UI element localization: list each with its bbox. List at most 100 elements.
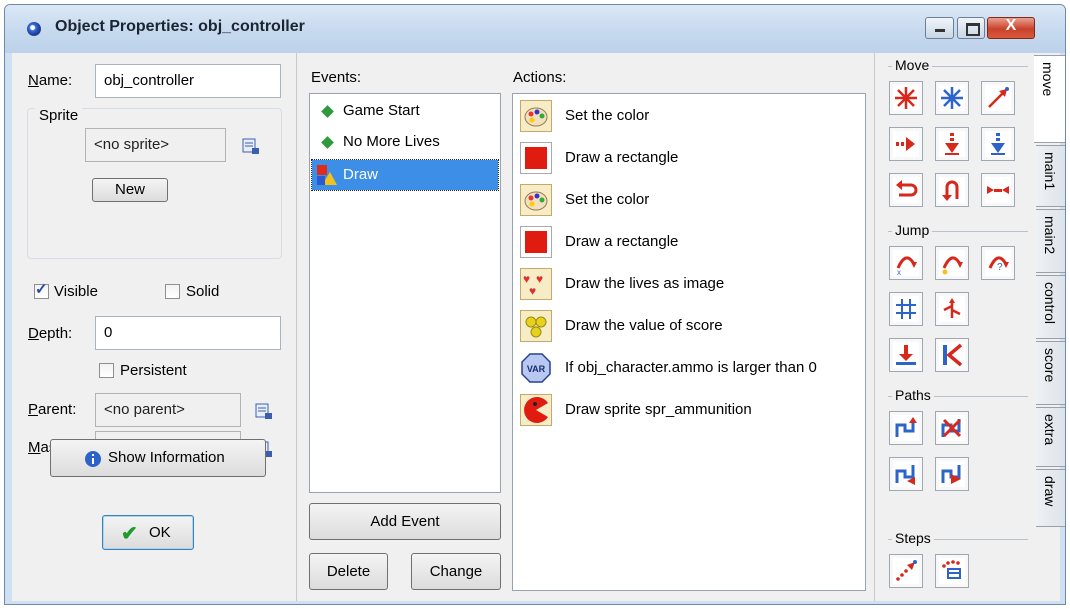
action-item[interactable]: Draw sprite spr_ammunition bbox=[517, 390, 917, 430]
maximize-icon bbox=[966, 23, 980, 36]
speed-vertical-button[interactable] bbox=[935, 127, 969, 161]
arrow-diagonal-icon bbox=[985, 85, 1011, 111]
starburst-red-icon bbox=[893, 85, 919, 111]
reverse-vertical-icon bbox=[939, 177, 965, 203]
action-item[interactable]: Set the color bbox=[517, 180, 917, 220]
action-item[interactable]: ♥ ♥ ♥ Draw the lives as image bbox=[517, 264, 917, 304]
close-icon: X bbox=[1005, 17, 1017, 34]
action-item[interactable]: Draw a rectangle bbox=[517, 222, 917, 262]
tab-label: main2 bbox=[1042, 216, 1058, 255]
actions-list[interactable]: Set the color Draw a rectangle Set the c… bbox=[512, 93, 866, 591]
action-item[interactable]: Draw the value of score bbox=[517, 306, 917, 346]
bounce-button[interactable] bbox=[935, 338, 969, 372]
solid-label: Solid bbox=[186, 283, 220, 300]
sprite-field[interactable]: <no sprite> bbox=[85, 128, 226, 162]
tab-extra[interactable]: extra bbox=[1036, 407, 1065, 467]
friction-icon bbox=[985, 177, 1011, 203]
speed-horizontal-button[interactable] bbox=[889, 127, 923, 161]
tab-control[interactable]: control bbox=[1036, 275, 1065, 339]
events-list[interactable]: Game Start No More Lives Draw bbox=[309, 93, 501, 493]
gravity-button[interactable] bbox=[981, 127, 1015, 161]
jump-section-label: Jump bbox=[892, 222, 933, 238]
vertical-speed-icon bbox=[939, 131, 965, 157]
title-bar[interactable]: Object Properties: obj_controller X bbox=[5, 5, 1065, 53]
minimize-icon bbox=[935, 29, 945, 32]
red-rectangle-icon bbox=[520, 226, 552, 258]
path-icon bbox=[893, 415, 919, 441]
browse-parent-icon[interactable] bbox=[255, 402, 273, 420]
jump-to-position-button[interactable]: x bbox=[889, 246, 923, 280]
action-label: If obj_character.ammo is larger than 0 bbox=[565, 359, 817, 376]
visible-label: Visible bbox=[54, 283, 98, 300]
svg-text:x: x bbox=[897, 268, 901, 276]
palette-icon bbox=[520, 100, 552, 132]
event-item-draw[interactable]: Draw bbox=[311, 159, 499, 191]
tab-label: draw bbox=[1042, 476, 1058, 507]
move-fixed-red-button[interactable] bbox=[889, 81, 923, 115]
ok-label: OK bbox=[149, 524, 171, 541]
path-position-button[interactable] bbox=[889, 457, 923, 491]
toolbox-tabs: move main1 main2 control score extra dra… bbox=[1034, 53, 1065, 601]
reverse-vertical-button[interactable] bbox=[935, 173, 969, 207]
change-event-button[interactable]: Change bbox=[411, 553, 501, 590]
add-event-button[interactable]: Add Event bbox=[309, 503, 501, 540]
jump-random-button[interactable]: ? bbox=[981, 246, 1015, 280]
wrap-icon bbox=[939, 296, 965, 322]
action-item[interactable]: Draw a rectangle bbox=[517, 138, 917, 178]
dialog-body: Name: obj_controller Sprite <no sprite> … bbox=[12, 53, 1065, 601]
friction-button[interactable] bbox=[981, 173, 1015, 207]
action-item[interactable]: VAR If obj_character.ammo is larger than… bbox=[517, 348, 917, 388]
step-avoiding-button[interactable] bbox=[935, 554, 969, 588]
tab-draw[interactable]: draw bbox=[1036, 469, 1065, 527]
end-path-icon bbox=[939, 415, 965, 441]
green-diamond-icon bbox=[321, 105, 334, 118]
close-button[interactable]: X bbox=[987, 17, 1035, 39]
browse-sprite-icon[interactable] bbox=[242, 137, 260, 155]
path-speed-button[interactable] bbox=[935, 457, 969, 491]
minimize-button[interactable] bbox=[925, 17, 954, 39]
show-information-button[interactable]: Show Information bbox=[50, 439, 266, 477]
tab-score[interactable]: score bbox=[1036, 341, 1065, 405]
right-divider bbox=[874, 53, 875, 601]
event-item-no-more-lives[interactable]: No More Lives bbox=[312, 127, 498, 157]
parent-field[interactable]: <no parent> bbox=[95, 393, 241, 427]
step-towards-button[interactable] bbox=[889, 554, 923, 588]
tab-label: move bbox=[1040, 62, 1056, 97]
action-label: Draw the lives as image bbox=[565, 275, 725, 292]
step-avoiding-icon bbox=[939, 558, 965, 584]
path-position-icon bbox=[893, 461, 919, 487]
tab-main1[interactable]: main1 bbox=[1036, 145, 1065, 207]
steps-section-label: Steps bbox=[892, 530, 934, 546]
tab-label: extra bbox=[1042, 414, 1058, 446]
var-icon: VAR bbox=[521, 353, 551, 383]
action-item[interactable]: Set the color bbox=[517, 96, 917, 136]
move-to-contact-button[interactable] bbox=[889, 338, 923, 372]
move-contact-icon bbox=[893, 342, 919, 368]
jump-to-start-button[interactable] bbox=[935, 246, 969, 280]
action-label: Draw a rectangle bbox=[565, 233, 679, 250]
action-label: Draw sprite spr_ammunition bbox=[565, 401, 752, 418]
name-field[interactable]: obj_controller bbox=[95, 64, 281, 98]
new-sprite-button[interactable]: New bbox=[92, 178, 168, 202]
set-path-button[interactable] bbox=[889, 411, 923, 445]
tab-move[interactable]: move bbox=[1034, 55, 1065, 143]
draw-event-icon bbox=[317, 165, 337, 185]
wrap-screen-button[interactable] bbox=[935, 292, 969, 326]
snap-to-grid-button[interactable] bbox=[889, 292, 923, 326]
maximize-button[interactable] bbox=[957, 17, 985, 39]
move-towards-button[interactable] bbox=[981, 81, 1015, 115]
show-information-label: Show Information bbox=[108, 449, 225, 466]
visible-checkbox[interactable] bbox=[34, 280, 49, 299]
depth-field[interactable]: 0 bbox=[95, 316, 281, 350]
delete-event-button[interactable]: Delete bbox=[309, 553, 388, 590]
tab-main2[interactable]: main2 bbox=[1036, 209, 1065, 273]
event-item-game-start[interactable]: Game Start bbox=[312, 96, 498, 126]
horizontal-speed-icon bbox=[893, 131, 919, 157]
end-path-button[interactable] bbox=[935, 411, 969, 445]
action-label: Set the color bbox=[565, 107, 650, 124]
reverse-horizontal-button[interactable] bbox=[889, 173, 923, 207]
solid-checkbox[interactable] bbox=[165, 284, 180, 299]
persistent-checkbox[interactable] bbox=[99, 363, 114, 378]
move-free-blue-button[interactable] bbox=[935, 81, 969, 115]
ok-button[interactable]: ✔ OK bbox=[102, 515, 194, 550]
